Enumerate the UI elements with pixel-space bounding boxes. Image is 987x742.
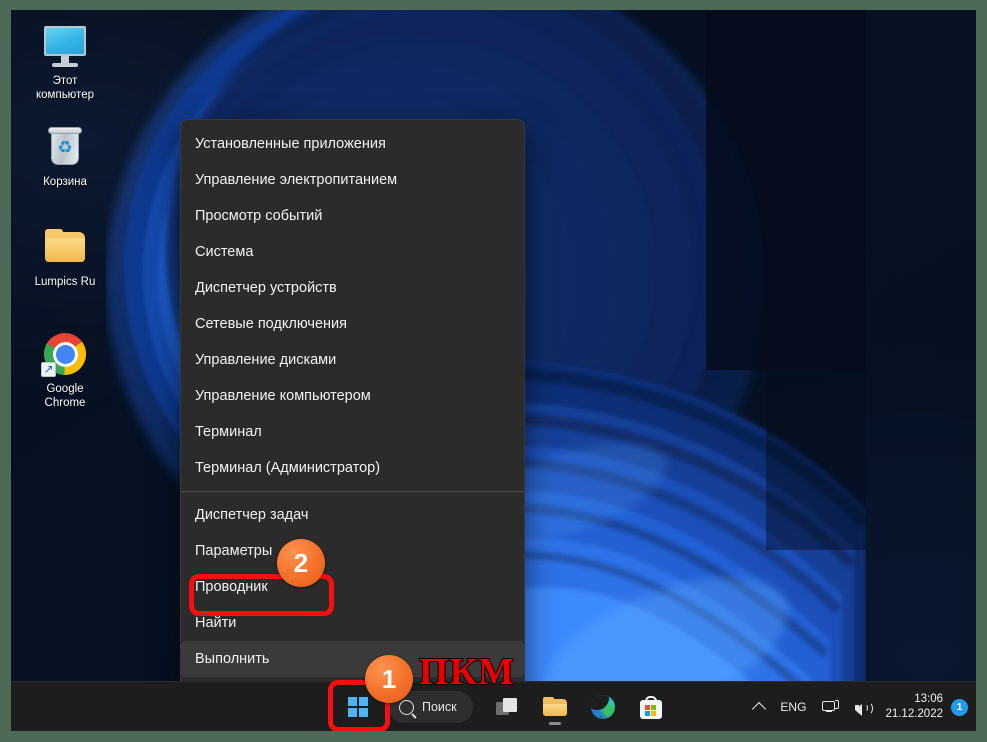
network-button[interactable] xyxy=(814,688,847,726)
desktop-icon-label: Google xyxy=(46,383,84,395)
menu-item-terminal[interactable]: Терминал xyxy=(181,414,524,450)
menu-item-label: Параметры xyxy=(195,543,273,560)
file-explorer-button[interactable] xyxy=(533,687,577,727)
annotation-badge-1: 1 xyxy=(365,655,413,703)
menu-item-network-connections[interactable]: Сетевые подключения xyxy=(181,306,524,342)
menu-item-label: Проводник xyxy=(195,579,268,596)
menu-item-system[interactable]: Система xyxy=(181,234,524,270)
menu-item-terminal-admin[interactable]: Терминал (Администратор) xyxy=(181,450,524,486)
taskbar-center-group: Поиск xyxy=(11,682,673,731)
recycle-bin-icon: ♻ xyxy=(41,123,89,171)
desktop-icon-google-chrome[interactable]: ↗ Google Chrome xyxy=(19,330,111,410)
microsoft-edge-icon xyxy=(590,695,615,719)
desktop-icon-label: Корзина xyxy=(43,176,87,188)
annotation-label-pkm: ПКМ xyxy=(418,650,515,694)
task-view-icon xyxy=(495,698,518,716)
notification-badge[interactable]: 1 xyxy=(951,698,968,716)
language-indicator[interactable]: ENG xyxy=(772,688,814,726)
tray-overflow-button[interactable] xyxy=(746,688,772,726)
menu-item-label: Диспетчер задач xyxy=(195,507,309,524)
file-explorer-icon xyxy=(542,697,567,717)
menu-item-label: Диспетчер устройств xyxy=(195,280,337,297)
desktop-icon-recycle-bin[interactable]: ♻ Корзина xyxy=(19,123,111,190)
clock-date: 21.12.2022 xyxy=(885,708,943,720)
shortcut-arrow-icon: ↗ xyxy=(41,362,56,377)
menu-item-task-manager[interactable]: Диспетчер задач xyxy=(181,497,524,533)
menu-item-label: Управление электропитанием xyxy=(195,172,398,189)
desktop-icon-label-2: компьютер xyxy=(36,88,94,101)
menu-separator xyxy=(181,491,524,492)
volume-button[interactable] xyxy=(847,688,881,726)
menu-item-event-viewer[interactable]: Просмотр событий xyxy=(181,198,524,234)
menu-item-label: Сетевые подключения xyxy=(195,316,347,333)
folder-icon xyxy=(41,223,89,271)
menu-item-label: Найти xyxy=(195,615,237,632)
desktop-icon-label: Lumpics Ru xyxy=(34,276,96,288)
menu-item-settings[interactable]: Параметры xyxy=(181,533,524,569)
system-tray: ENG 13:06 21.12.2022 1 xyxy=(746,682,970,731)
search-icon xyxy=(399,699,414,715)
menu-item-label: Просмотр событий xyxy=(195,208,323,225)
menu-item-file-explorer[interactable]: Проводник xyxy=(181,569,524,605)
menu-item-computer-management[interactable]: Управление компьютером xyxy=(181,378,524,414)
clock-button[interactable]: 13:06 21.12.2022 xyxy=(881,692,949,722)
menu-item-label: Выполнить xyxy=(195,651,270,668)
desktop-icon-this-pc[interactable]: Этот компьютер xyxy=(19,22,111,102)
search-placeholder: Поиск xyxy=(422,700,457,714)
desktop-icon-label: Этот xyxy=(52,75,78,87)
menu-item-label: Управление дисками xyxy=(195,352,337,369)
chevron-up-icon xyxy=(752,701,767,716)
clock-time: 13:06 xyxy=(914,693,943,705)
screenshot-frame: Этот компьютер ♻ Корзина Lumpics Ru ↗ Go… xyxy=(0,0,987,742)
menu-item-label: Управление компьютером xyxy=(195,388,371,405)
language-label: ENG xyxy=(780,700,807,714)
monitor-icon xyxy=(41,22,89,70)
desktop-screen: Этот компьютер ♻ Корзина Lumpics Ru ↗ Go… xyxy=(11,10,976,731)
chrome-icon: ↗ xyxy=(41,330,89,378)
menu-item-label: Система xyxy=(195,244,254,261)
microsoft-store-button[interactable] xyxy=(629,687,673,727)
volume-icon xyxy=(855,700,874,716)
menu-item-installed-apps[interactable]: Установленные приложения xyxy=(181,126,524,162)
winx-context-menu[interactable]: Установленные приложения Управление элек… xyxy=(180,119,525,731)
desktop-icon-label-2: Chrome xyxy=(44,396,86,409)
menu-item-label: Установленные приложения xyxy=(195,136,386,153)
network-icon xyxy=(822,699,840,715)
menu-item-device-manager[interactable]: Диспетчер устройств xyxy=(181,270,524,306)
desktop-icon-lumpics-folder[interactable]: Lumpics Ru xyxy=(19,223,111,290)
running-indicator xyxy=(548,722,561,725)
microsoft-store-icon xyxy=(639,695,662,719)
menu-item-search[interactable]: Найти xyxy=(181,605,524,641)
menu-item-power-options[interactable]: Управление электропитанием xyxy=(181,162,524,198)
annotation-badge-2: 2 xyxy=(277,539,325,587)
menu-item-label: Терминал xyxy=(195,424,262,441)
menu-item-disk-management[interactable]: Управление дисками xyxy=(181,342,524,378)
windows-logo-icon xyxy=(348,697,368,717)
menu-item-label: Терминал (Администратор) xyxy=(195,460,381,477)
microsoft-edge-button[interactable] xyxy=(581,687,625,727)
